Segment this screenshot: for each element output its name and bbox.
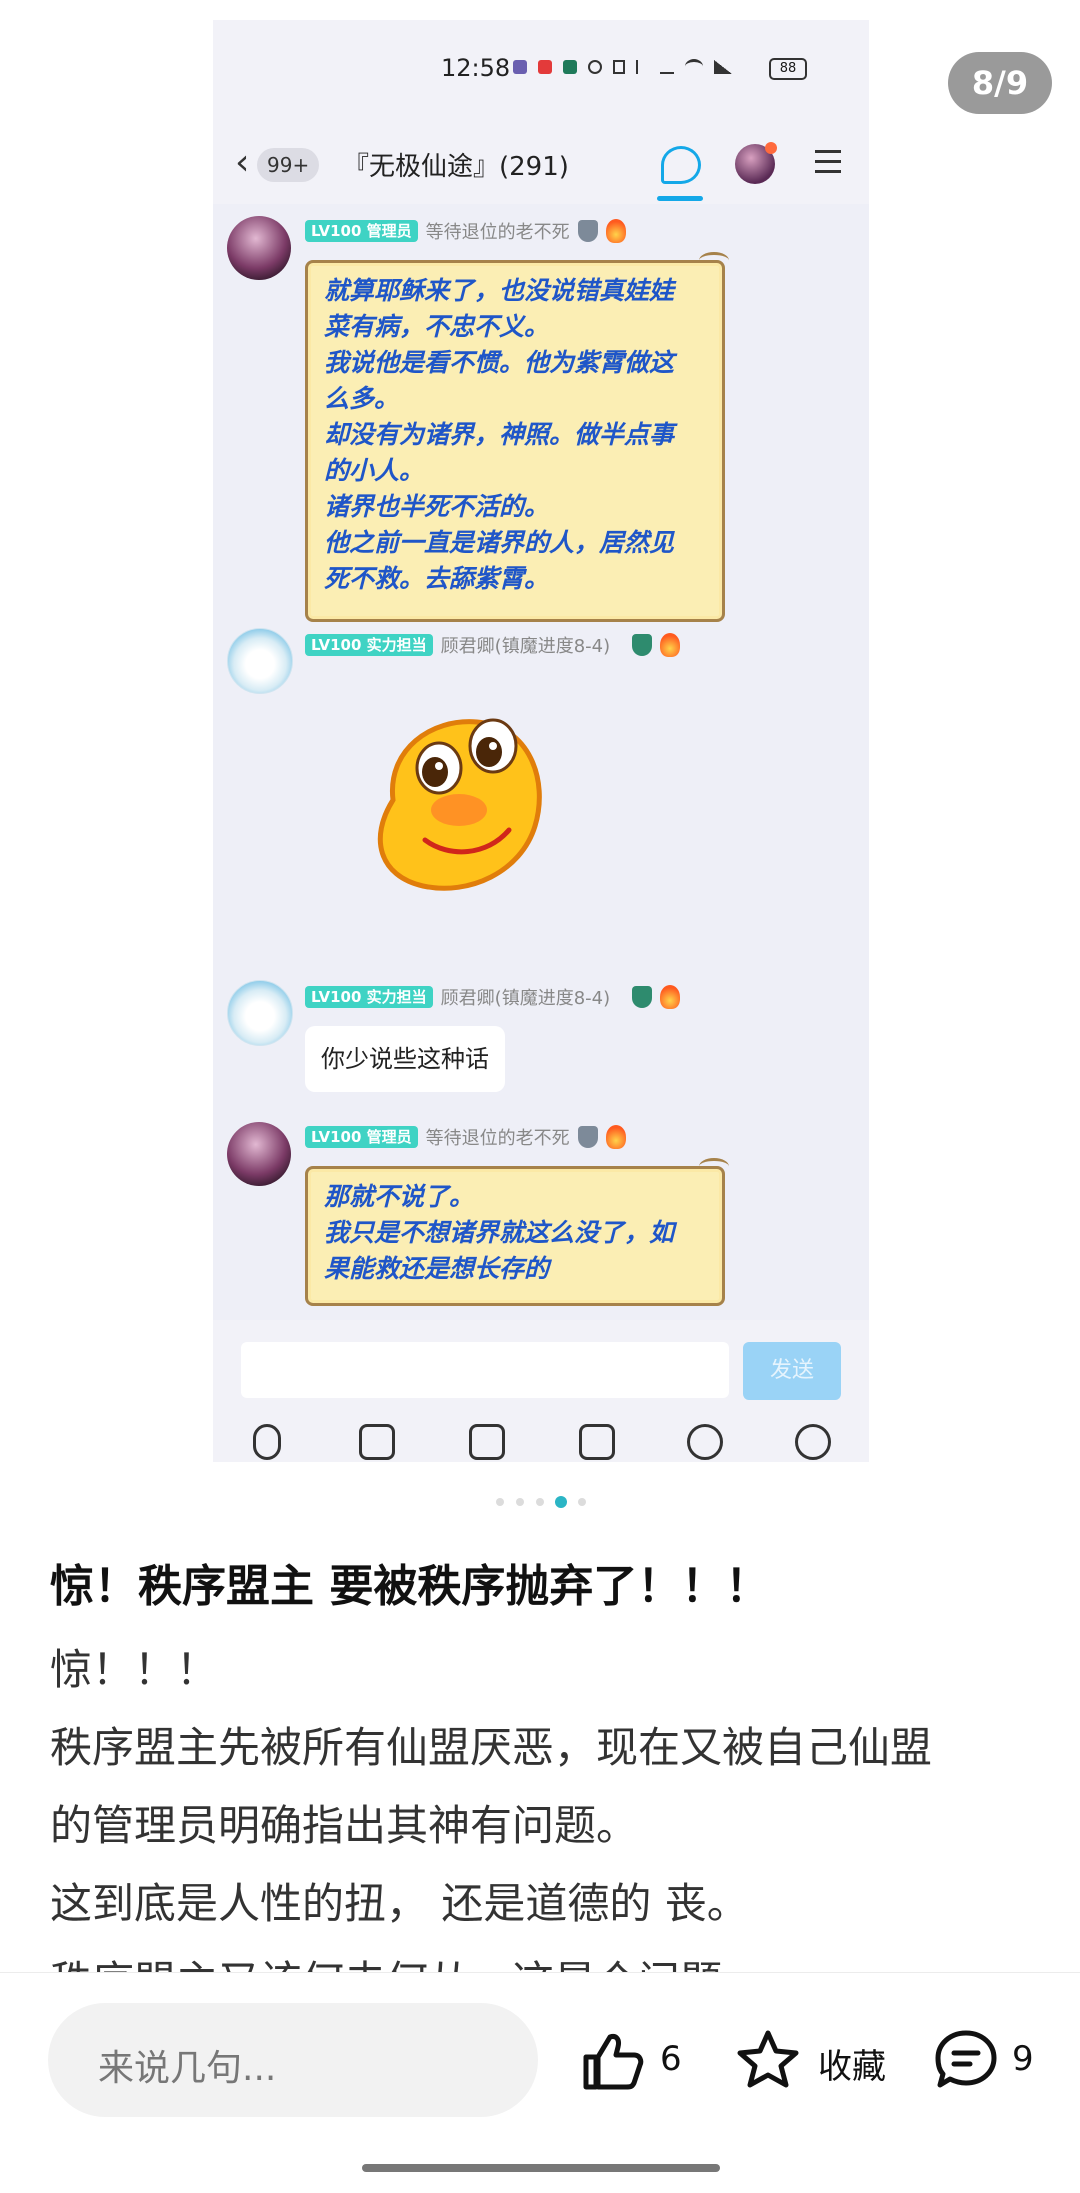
carousel-dot[interactable] [496,1498,504,1506]
flame-icon [605,219,626,243]
flame-icon [660,633,681,657]
message-bubble[interactable]: 那就不说了。 我只是不想诸界就这么没了，如 果能救还是想长存的 [305,1166,725,1306]
battery-level: 88 [779,61,797,76]
like-icon[interactable] [580,2031,644,2091]
battery-icon: 88 [769,58,807,80]
smiley-sticker[interactable] [359,710,547,894]
post-line: 的管理员明确指出其神有问题。 [50,1801,639,1850]
comment-count[interactable]: 9 [1012,2039,1034,2079]
back-chevron-icon[interactable]: ‹ [235,142,249,183]
active-tab-indicator [657,196,703,201]
shield-icon [577,220,598,242]
star-icon[interactable] [736,2029,800,2089]
chat-screenshot[interactable]: 12:58 88 ‹ 99+ 『无极仙途』(291) LV100 管理员 等待退… [213,20,869,1462]
message-meta: LV100 实力担当 顾君卿(镇魔进度8-4) [305,632,681,658]
post-line: 秩序盟主又该何去何从，这是个问题 [50,1948,722,1972]
comment-input[interactable]: 来说几句... [48,2003,538,2117]
unread-badge[interactable]: 99+ [257,148,320,182]
sender-name: 等待退位的老不死 [425,1128,570,1149]
message-bubble[interactable]: 就算耶稣来了，也没说错真娃娃 菜有病，不忠不义。 我说他是看不惯。他为紫霄做这 … [305,260,725,622]
post-body: 惊！！！ 秩序盟主先被所有仙盟厌恶，现在又被自己仙盟 的管理员明确指出其神有问题… [0,1620,1080,1972]
page-counter: 8/9 [948,52,1052,114]
carousel-dot[interactable] [516,1498,524,1506]
flame-icon [605,1125,626,1149]
camera-icon[interactable] [469,1424,505,1460]
level-badge: LV100 管理员 [305,1126,418,1148]
signal-icons [513,58,738,78]
menu-icon[interactable] [815,150,841,174]
sender-name: 顾君卿(镇魔进度8-4) [440,988,611,1009]
message-bubble[interactable]: 你少说些这种话 [305,1026,505,1092]
mic-icon[interactable] [253,1424,281,1460]
file-icon[interactable] [579,1424,615,1460]
level-badge: LV100 实力担当 [305,986,433,1008]
emoji-icon[interactable] [687,1424,723,1460]
carousel-dot-active[interactable] [555,1496,567,1508]
comment-placeholder: 来说几句... [98,2048,277,2089]
chat-header: ‹ 99+ 『无极仙途』(291) [213,124,869,204]
avatar[interactable] [227,628,293,694]
message-meta: LV100 实力担当 顾君卿(镇魔进度8-4) [305,984,681,1010]
post-title: 惊！秩序盟主 要被秩序抛弃了！！！ [50,1561,770,1612]
post-line: 秩序盟主先被所有仙盟厌恶，现在又被自己仙盟 [50,1723,933,1772]
flame-icon [660,985,681,1009]
post-line: 这到底是人性的扭， 还是道德的 丧。 [50,1879,749,1928]
sender-name: 等待退位的老不死 [425,222,570,243]
shield-icon [632,986,653,1008]
chat-status-bar: 12:58 88 [213,20,869,124]
favorite-label[interactable]: 收藏 [818,2039,886,2088]
level-badge: LV100 实力担当 [305,634,433,656]
level-badge: LV100 管理员 [305,220,418,242]
carousel-dot[interactable] [578,1498,586,1506]
post-line: 惊！！！ [50,1645,219,1694]
like-count[interactable]: 6 [660,2039,682,2079]
avatar[interactable] [227,1122,291,1186]
avatar[interactable] [227,980,293,1046]
message-meta: LV100 管理员 等待退位的老不死 [305,218,626,244]
sender-name: 顾君卿(镇魔进度8-4) [440,636,611,657]
bottom-action-bar: 来说几句... 6 收藏 9 [0,1972,1080,2193]
shield-icon [577,1126,598,1148]
chat-bubble-icon[interactable] [661,146,701,184]
shield-icon [632,634,653,656]
avatar[interactable] [227,216,291,280]
carousel-dot[interactable] [536,1498,544,1506]
group-title: 『无极仙途』(291) [343,152,569,182]
plus-icon[interactable] [795,1424,831,1460]
comment-icon[interactable] [934,2029,998,2089]
chat-input-area: 发送 [213,1320,869,1462]
image-icon[interactable] [359,1424,395,1460]
send-button[interactable]: 发送 [743,1342,841,1400]
home-indicator[interactable] [362,2164,720,2172]
message-meta: LV100 管理员 等待退位的老不死 [305,1124,626,1150]
status-time: 12:58 [441,54,511,82]
message-input[interactable] [241,1342,729,1398]
notification-dot [765,142,777,154]
